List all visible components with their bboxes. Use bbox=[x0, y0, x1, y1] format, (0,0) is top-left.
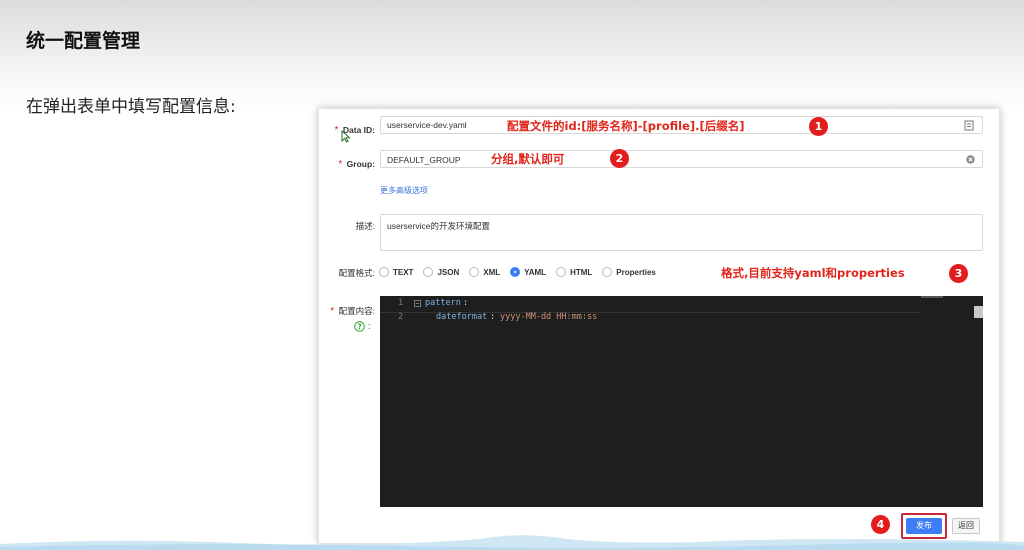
line-number: 2 bbox=[398, 312, 404, 322]
format-option-label: XML bbox=[483, 267, 501, 277]
format-option-label: YAML bbox=[524, 267, 547, 277]
more-options-link[interactable]: 更多高级选项 bbox=[380, 185, 428, 196]
slide-subtitle: 在弹出表单中填写配置信息: bbox=[26, 97, 236, 117]
data-id-value: userservice-dev.yaml bbox=[387, 120, 467, 130]
code-key: dateformat bbox=[436, 312, 488, 322]
required-mark: * bbox=[338, 159, 343, 170]
radio-circle bbox=[469, 267, 480, 277]
description-label: 描述: bbox=[355, 221, 375, 231]
code-key: pattern bbox=[425, 298, 461, 308]
help-colon: : bbox=[368, 321, 371, 331]
radio-circle bbox=[423, 267, 434, 277]
content-label: 配置内容: bbox=[338, 306, 375, 316]
svg-text:?: ? bbox=[357, 322, 361, 331]
line-number: 1 bbox=[398, 298, 404, 308]
radio-circle-selected bbox=[510, 267, 521, 277]
code-editor[interactable]: 1 pattern : 2 dateformat : yyyy-MM-dd HH… bbox=[380, 296, 983, 507]
required-mark: * bbox=[330, 306, 335, 317]
question-icon[interactable]: ? bbox=[354, 321, 365, 332]
content-label-wrap: * 配置内容: bbox=[323, 301, 375, 319]
format-label: 配置格式: bbox=[338, 268, 375, 278]
group-annotation: 分组,默认即可 bbox=[491, 152, 565, 166]
clear-circle-icon[interactable] bbox=[966, 155, 975, 164]
group-label-wrap: * Group: bbox=[329, 154, 375, 172]
format-option-label: HTML bbox=[570, 267, 593, 277]
radio-circle bbox=[602, 267, 613, 277]
group-input[interactable]: DEFAULT_GROUP bbox=[380, 150, 983, 168]
format-annotation: 格式,目前支持yaml和properties bbox=[721, 266, 905, 280]
editor-scrollbar[interactable] bbox=[974, 306, 983, 318]
data-id-label-wrap: * Data ID: bbox=[329, 120, 375, 138]
mouse-pointer-icon bbox=[341, 130, 351, 143]
fold-minus-icon[interactable] bbox=[414, 300, 421, 307]
format-option-text[interactable]: TEXT bbox=[379, 267, 413, 277]
code-colon: : bbox=[463, 298, 469, 308]
code-value: yyyy-MM-dd HH:mm:ss bbox=[500, 312, 598, 322]
code-colon: : bbox=[490, 312, 496, 322]
description-textarea[interactable]: userservice的开发环境配置 bbox=[380, 214, 983, 251]
radio-circle bbox=[556, 267, 567, 277]
format-option-html[interactable]: HTML bbox=[556, 267, 592, 277]
format-radio-group: TEXT JSON XML YAML HTML Properties bbox=[379, 265, 666, 279]
step-badge-1: 1 bbox=[809, 117, 828, 136]
format-option-label: Properties bbox=[616, 267, 656, 277]
decorative-wave bbox=[0, 535, 1024, 550]
step-badge-2: 2 bbox=[610, 149, 629, 168]
format-option-label: JSON bbox=[437, 267, 460, 277]
config-dialog: * Data ID: userservice-dev.yaml 配置文件的id:… bbox=[318, 108, 1000, 544]
data-id-annotation: 配置文件的id:[服务名称]-[profile].[后缀名] bbox=[507, 119, 745, 133]
slide-title: 统一配置管理 bbox=[26, 30, 141, 52]
step-badge-3: 3 bbox=[949, 264, 968, 283]
format-option-label: TEXT bbox=[393, 267, 414, 277]
group-value: DEFAULT_GROUP bbox=[387, 155, 461, 165]
format-option-xml[interactable]: XML bbox=[469, 267, 500, 277]
editor-ruler bbox=[921, 296, 943, 298]
format-option-yaml[interactable]: YAML bbox=[510, 267, 546, 277]
group-label: Group: bbox=[346, 159, 375, 169]
required-mark: * bbox=[334, 125, 339, 136]
copy-icon[interactable] bbox=[964, 120, 974, 131]
format-option-json[interactable]: JSON bbox=[423, 267, 459, 277]
description-value: userservice的开发环境配置 bbox=[387, 221, 490, 231]
radio-circle bbox=[379, 267, 389, 277]
format-option-properties[interactable]: Properties bbox=[602, 267, 656, 277]
